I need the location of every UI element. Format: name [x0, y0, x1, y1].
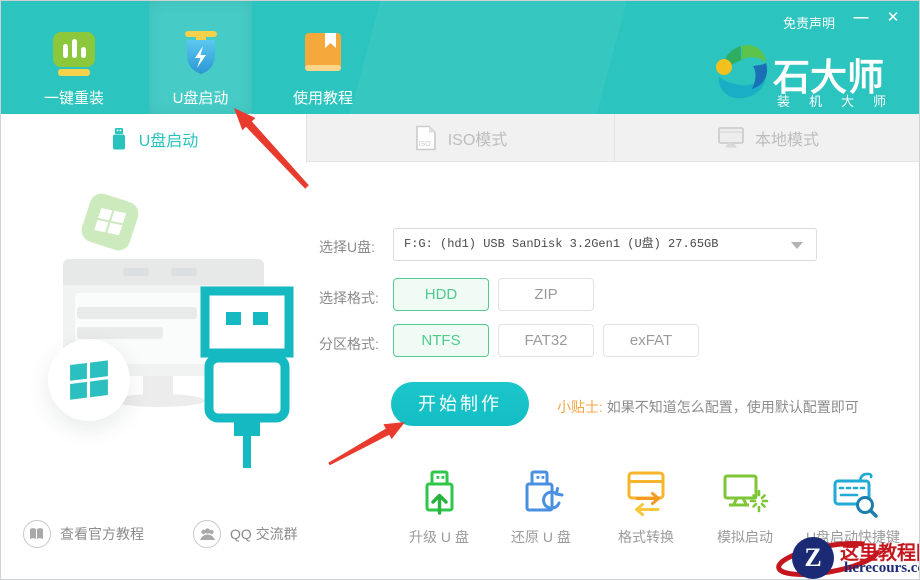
- partition-option-ntfs[interactable]: NTFS: [393, 324, 489, 357]
- toolbar-item-tutorial[interactable]: 使用教程: [271, 1, 375, 114]
- watermark-site-url: herecours.com: [844, 560, 920, 577]
- format-option-zip[interactable]: ZIP: [498, 278, 594, 311]
- group-icon: [193, 520, 221, 548]
- tab-local-mode[interactable]: 本地模式: [614, 114, 920, 162]
- toolbar-item-label: 一键重装: [44, 87, 104, 108]
- book-icon: [23, 520, 51, 548]
- minimize-button[interactable]: —: [849, 7, 873, 29]
- hotkey-search-icon: [827, 467, 879, 519]
- tip-label: 小贴士:: [557, 399, 603, 415]
- watermark-monogram: Z: [792, 537, 834, 579]
- usb-select-label: 选择U盘:: [319, 237, 375, 257]
- usb-restore-icon: [515, 467, 567, 519]
- toolbar-item-usb-boot[interactable]: U盘启动: [149, 1, 252, 114]
- site-watermark: Z 这里教程网 herecours.com: [776, 529, 920, 580]
- tip-text: 小贴士: 如果不知道怎么配置，使用默认配置即可: [557, 397, 859, 417]
- iso-file-icon: ISO: [414, 125, 438, 151]
- brand-subtitle: 装机大师: [777, 91, 911, 110]
- tab-label: ISO模式: [448, 126, 508, 150]
- utility-upgrade-usb[interactable]: 升级 U 盘: [387, 467, 491, 547]
- utility-label: 还原 U 盘: [511, 527, 571, 547]
- brand-logo: 石大师 装机大师: [713, 41, 769, 103]
- tab-usb-boot[interactable]: U盘启动: [1, 114, 307, 163]
- chevron-down-icon: [791, 242, 803, 255]
- book-icon: [297, 27, 349, 79]
- shield-bolt-icon: [175, 27, 227, 79]
- qq-group-link[interactable]: QQ 交流群: [193, 520, 298, 548]
- toolbar-item-reinstall[interactable]: 一键重装: [22, 1, 126, 114]
- utility-restore-usb[interactable]: 还原 U 盘: [489, 467, 593, 547]
- iso-badge: ISO: [418, 141, 431, 148]
- tab-bar: U盘启动 ISO ISO模式 本地模式: [1, 114, 919, 162]
- usb-drive-value: F:G: (hd1) USB SanDisk 3.2Gen1 (U盘) 27.6…: [404, 229, 718, 260]
- partition-option-fat32[interactable]: FAT32: [498, 324, 594, 357]
- utility-format-convert[interactable]: 格式转换: [594, 467, 698, 547]
- footer-link-label: QQ 交流群: [230, 524, 298, 544]
- format-convert-icon: [620, 467, 672, 519]
- tab-iso-mode[interactable]: ISO ISO模式: [307, 114, 614, 162]
- disclaimer-link[interactable]: 免责声明: [783, 13, 835, 32]
- app-window: 一键重装 U盘启动 使用教程: [0, 0, 920, 580]
- start-make-button[interactable]: 开始制作: [391, 382, 529, 426]
- tab-label: U盘启动: [139, 127, 199, 151]
- format-option-hdd[interactable]: HDD: [393, 278, 489, 311]
- partition-option-exfat[interactable]: exFAT: [603, 324, 699, 357]
- chart-icon: [48, 27, 100, 79]
- partition-label: 分区格式:: [319, 334, 379, 354]
- toolbar-item-label: 使用教程: [293, 87, 353, 108]
- utility-label: 升级 U 盘: [409, 527, 469, 547]
- usb-drive-select[interactable]: F:G: (hd1) USB SanDisk 3.2Gen1 (U盘) 27.6…: [393, 228, 817, 261]
- header: 一键重装 U盘启动 使用教程: [1, 1, 919, 114]
- footer-link-label: 查看官方教程: [60, 524, 144, 544]
- toolbar-item-label: U盘启动: [173, 87, 229, 108]
- monitor-icon: [717, 126, 745, 150]
- format-label: 选择格式:: [319, 288, 379, 308]
- tab-label: 本地模式: [755, 126, 819, 150]
- utility-label: 模拟启动: [717, 527, 773, 547]
- brand-swirl-icon: [713, 41, 769, 103]
- utility-label: 格式转换: [618, 527, 674, 547]
- usb-icon: [109, 127, 129, 151]
- official-tutorial-link[interactable]: 查看官方教程: [23, 520, 144, 548]
- usb-upgrade-icon: [413, 467, 465, 519]
- simulate-boot-icon: [719, 467, 771, 519]
- close-button[interactable]: ✕: [881, 7, 905, 29]
